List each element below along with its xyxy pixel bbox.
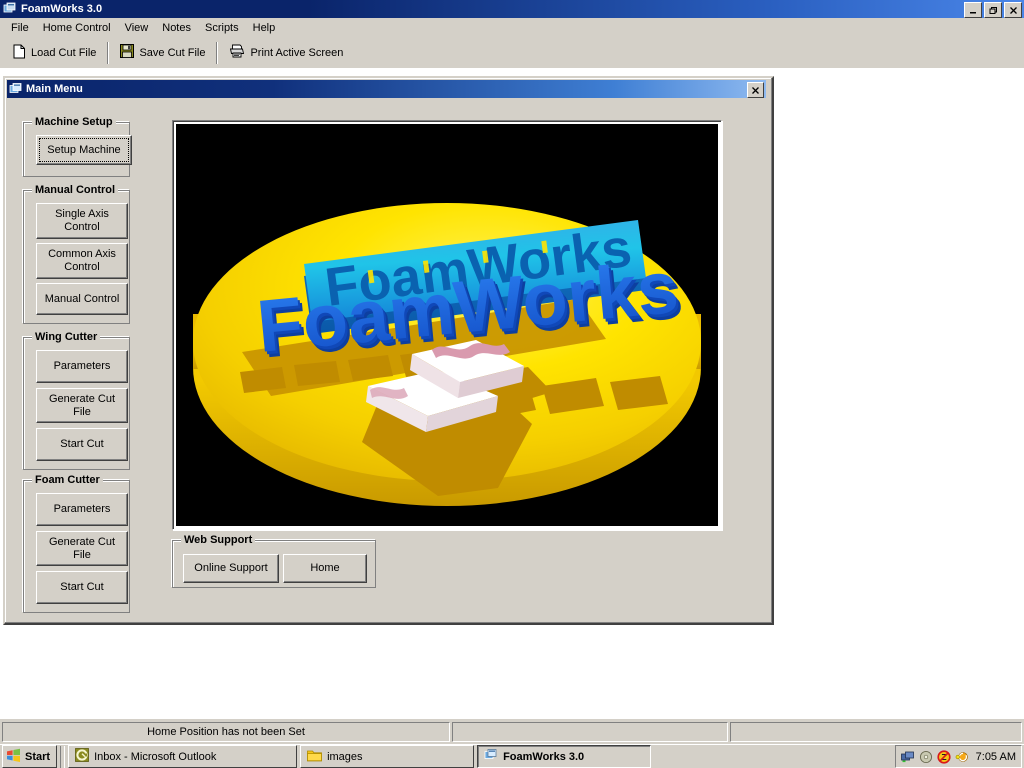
minimize-button[interactable] xyxy=(964,2,982,18)
menu-item-help[interactable]: Help xyxy=(246,20,283,36)
manual-control-button[interactable]: Manual Control xyxy=(36,283,128,315)
common-axis-control-button[interactable]: Common Axis Control xyxy=(36,243,128,279)
group-wing-cutter-label: Wing Cutter xyxy=(32,331,100,343)
save-cut-file-label: Save Cut File xyxy=(139,47,205,59)
floppy-disk-icon xyxy=(120,44,134,61)
foam-cutter-parameters-label: Parameters xyxy=(54,503,111,516)
foamworks-splash-image: FoamWorks FoamWorks xyxy=(176,124,718,526)
restore-button[interactable] xyxy=(984,2,1002,18)
online-support-label: Online Support xyxy=(194,562,267,575)
foam-cutter-start-cut-label: Start Cut xyxy=(60,581,103,594)
main-menu-window: Main Menu Machine Setup Setup Machine xyxy=(3,76,774,625)
wing-cutter-start-cut-button[interactable]: Start Cut xyxy=(36,428,128,461)
wing-cutter-start-cut-label: Start Cut xyxy=(60,438,103,451)
manual-control-label: Manual Control xyxy=(45,293,120,306)
mdi-client-area: Main Menu Machine Setup Setup Machine xyxy=(0,68,1024,718)
splash-picture-frame: FoamWorks FoamWorks xyxy=(172,120,722,530)
taskbar-item-images[interactable]: images xyxy=(300,745,474,768)
home-label: Home xyxy=(310,562,339,575)
single-axis-control-label: Single Axis Control xyxy=(55,208,109,234)
wing-cutter-generate-cut-file-button[interactable]: Generate Cut File xyxy=(36,388,128,423)
disc-icon[interactable] xyxy=(919,750,933,764)
app-icon xyxy=(3,2,17,16)
load-cut-file-button[interactable]: Load Cut File xyxy=(5,40,104,66)
toolbar: Load Cut File Save Cut File xyxy=(0,37,1024,69)
toolbar-separator xyxy=(216,42,218,64)
app-titlebar: FoamWorks 3.0 xyxy=(0,0,1024,18)
status-panel-2 xyxy=(452,722,728,742)
app-icon xyxy=(484,748,498,765)
status-panel-message: Home Position has not been Set xyxy=(2,722,450,742)
taskbar-item-foamworks[interactable]: FoamWorks 3.0 xyxy=(477,745,651,768)
close-button[interactable] xyxy=(1004,2,1022,18)
single-axis-control-button[interactable]: Single Axis Control xyxy=(36,203,128,239)
group-machine-setup-label: Machine Setup xyxy=(32,116,116,128)
setup-machine-button[interactable]: Setup Machine xyxy=(36,135,132,165)
group-manual-control-label: Manual Control xyxy=(32,184,118,196)
toolbar-separator xyxy=(107,42,109,64)
clock[interactable]: 7:05 AM xyxy=(976,751,1016,763)
group-manual-control: Manual Control Single Axis Control Commo… xyxy=(23,190,130,324)
foam-cutter-generate-cut-file-button[interactable]: Generate Cut File xyxy=(36,531,128,566)
app-title: FoamWorks 3.0 xyxy=(21,3,102,15)
window-controls xyxy=(964,2,1022,18)
start-label: Start xyxy=(25,751,50,763)
foam-cutter-parameters-button[interactable]: Parameters xyxy=(36,493,128,526)
wing-cutter-generate-cut-file-label: Generate Cut File xyxy=(49,393,115,419)
print-active-screen-button[interactable]: Print Active Screen xyxy=(221,40,351,66)
window-icon xyxy=(9,82,23,96)
group-foam-cutter-label: Foam Cutter xyxy=(32,474,103,486)
menu-item-file[interactable]: File xyxy=(4,20,36,36)
menu-item-view[interactable]: View xyxy=(118,20,156,36)
foam-cutter-start-cut-button[interactable]: Start Cut xyxy=(36,571,128,604)
common-axis-control-label: Common Axis Control xyxy=(48,248,116,274)
taskbar: Start Inbox - Microsoft Outlook xyxy=(0,744,1024,768)
windows-flag-icon xyxy=(6,748,21,766)
main-menu-titlebar[interactable]: Main Menu xyxy=(7,80,766,98)
print-active-screen-label: Print Active Screen xyxy=(250,47,343,59)
wing-cutter-parameters-label: Parameters xyxy=(54,360,111,373)
main-menu-body: Machine Setup Setup Machine Manual Contr… xyxy=(7,100,770,621)
menubar: File Home Control View Notes Scripts Hel… xyxy=(0,18,1024,38)
foam-cutter-generate-cut-file-label: Generate Cut File xyxy=(49,536,115,562)
setup-machine-label: Setup Machine xyxy=(47,144,120,157)
desktop: FoamWorks 3.0 File Home Control View Not… xyxy=(0,0,1024,768)
statusbar: Home Position has not been Set xyxy=(0,718,1024,744)
printer-icon xyxy=(229,44,245,61)
start-button[interactable]: Start xyxy=(2,745,57,768)
network-icon[interactable] xyxy=(901,750,915,764)
home-button[interactable]: Home xyxy=(283,554,367,583)
group-foam-cutter: Foam Cutter Parameters Generate Cut File… xyxy=(23,480,130,613)
taskbar-item-outlook[interactable]: Inbox - Microsoft Outlook xyxy=(68,745,297,768)
group-web-support: Web Support Online Support Home xyxy=(172,540,376,588)
update-icon[interactable] xyxy=(955,750,969,764)
taskbar-separator xyxy=(60,746,65,768)
folder-icon xyxy=(307,749,322,765)
online-support-button[interactable]: Online Support xyxy=(183,554,279,583)
page-icon xyxy=(13,44,26,62)
menu-item-scripts[interactable]: Scripts xyxy=(198,20,246,36)
main-menu-title: Main Menu xyxy=(26,83,83,95)
wing-cutter-parameters-button[interactable]: Parameters xyxy=(36,350,128,383)
group-web-support-label: Web Support xyxy=(181,534,255,546)
outlook-icon xyxy=(75,748,89,765)
taskbar-item-images-label: images xyxy=(327,751,362,763)
menu-item-notes[interactable]: Notes xyxy=(155,20,198,36)
system-tray: Z 7:05 AM xyxy=(895,745,1022,768)
taskbar-item-foamworks-label: FoamWorks 3.0 xyxy=(503,751,584,763)
save-cut-file-button[interactable]: Save Cut File xyxy=(112,40,213,66)
group-machine-setup: Machine Setup Setup Machine xyxy=(23,122,130,177)
group-wing-cutter: Wing Cutter Parameters Generate Cut File… xyxy=(23,337,130,470)
taskbar-item-outlook-label: Inbox - Microsoft Outlook xyxy=(94,751,216,763)
menu-item-home-control[interactable]: Home Control xyxy=(36,20,118,36)
main-menu-close-button[interactable] xyxy=(747,82,764,98)
status-panel-3 xyxy=(730,722,1022,742)
load-cut-file-label: Load Cut File xyxy=(31,47,96,59)
zonealarm-icon[interactable]: Z xyxy=(937,750,951,764)
